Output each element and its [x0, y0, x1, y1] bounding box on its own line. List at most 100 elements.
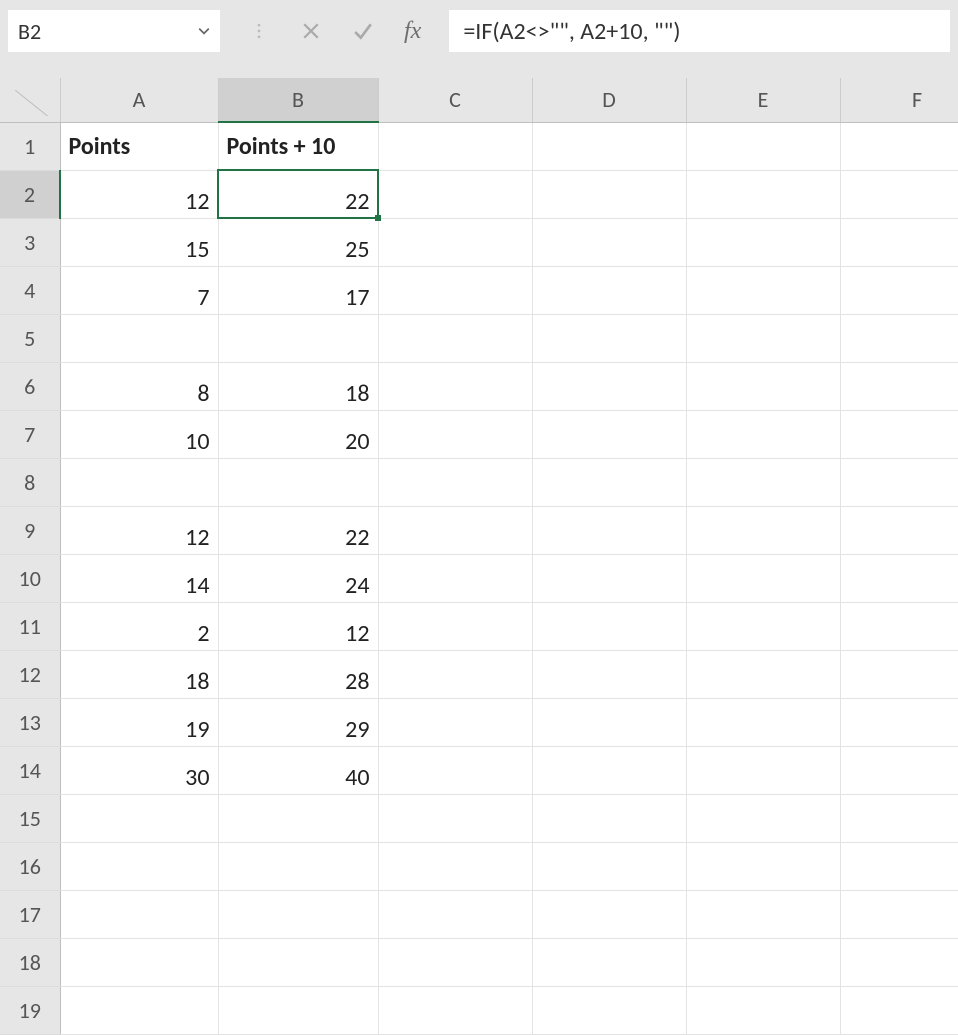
cell-E2[interactable]: [686, 170, 840, 218]
cell-F14[interactable]: [840, 746, 958, 794]
row-header[interactable]: 2: [0, 170, 60, 218]
cell-D7[interactable]: [532, 410, 686, 458]
cell-E7[interactable]: [686, 410, 840, 458]
cell-D13[interactable]: [532, 698, 686, 746]
cell-B13[interactable]: 29: [218, 698, 378, 746]
cell-F16[interactable]: [840, 842, 958, 890]
cell-D6[interactable]: [532, 362, 686, 410]
cell-C3[interactable]: [378, 218, 532, 266]
cell-D3[interactable]: [532, 218, 686, 266]
cell-A16[interactable]: [60, 842, 218, 890]
cell-B6[interactable]: 18: [218, 362, 378, 410]
cell-C17[interactable]: [378, 890, 532, 938]
cell-E15[interactable]: [686, 794, 840, 842]
cell-C16[interactable]: [378, 842, 532, 890]
cell-A14[interactable]: 30: [60, 746, 218, 794]
cell-C13[interactable]: [378, 698, 532, 746]
cell-A9[interactable]: 12: [60, 506, 218, 554]
cell-E8[interactable]: [686, 458, 840, 506]
cell-B4[interactable]: 17: [218, 266, 378, 314]
fx-icon[interactable]: fx: [404, 18, 421, 45]
cell-C8[interactable]: [378, 458, 532, 506]
cell-C9[interactable]: [378, 506, 532, 554]
cell-E9[interactable]: [686, 506, 840, 554]
row-header[interactable]: 8: [0, 458, 60, 506]
cell-C4[interactable]: [378, 266, 532, 314]
cell-D19[interactable]: [532, 986, 686, 1034]
row-header[interactable]: 3: [0, 218, 60, 266]
column-header-D[interactable]: D: [532, 78, 686, 122]
cell-D16[interactable]: [532, 842, 686, 890]
cell-A12[interactable]: 18: [60, 650, 218, 698]
cell-F12[interactable]: [840, 650, 958, 698]
column-header-A[interactable]: A: [60, 78, 218, 122]
cell-D1[interactable]: [532, 122, 686, 170]
cell-F10[interactable]: [840, 554, 958, 602]
cell-A1[interactable]: Points: [60, 122, 218, 170]
cell-F8[interactable]: [840, 458, 958, 506]
cell-F15[interactable]: [840, 794, 958, 842]
row-header[interactable]: 5: [0, 314, 60, 362]
cell-E14[interactable]: [686, 746, 840, 794]
row-header[interactable]: 17: [0, 890, 60, 938]
row-header[interactable]: 16: [0, 842, 60, 890]
cell-D8[interactable]: [532, 458, 686, 506]
cell-E12[interactable]: [686, 650, 840, 698]
cancel-icon[interactable]: [300, 20, 322, 42]
cell-B19[interactable]: [218, 986, 378, 1034]
cell-A10[interactable]: 14: [60, 554, 218, 602]
cell-A4[interactable]: 7: [60, 266, 218, 314]
cell-E17[interactable]: [686, 890, 840, 938]
row-header[interactable]: 11: [0, 602, 60, 650]
cell-F6[interactable]: [840, 362, 958, 410]
cell-E11[interactable]: [686, 602, 840, 650]
cell-F2[interactable]: [840, 170, 958, 218]
cell-B11[interactable]: 12: [218, 602, 378, 650]
column-header-C[interactable]: C: [378, 78, 532, 122]
cell-E13[interactable]: [686, 698, 840, 746]
cell-D17[interactable]: [532, 890, 686, 938]
cell-D5[interactable]: [532, 314, 686, 362]
cell-E10[interactable]: [686, 554, 840, 602]
column-header-F[interactable]: F: [840, 78, 958, 122]
cell-B14[interactable]: 40: [218, 746, 378, 794]
cell-B8[interactable]: [218, 458, 378, 506]
column-header-B[interactable]: B: [218, 78, 378, 122]
cell-A17[interactable]: [60, 890, 218, 938]
cell-D11[interactable]: [532, 602, 686, 650]
row-header[interactable]: 12: [0, 650, 60, 698]
cell-C10[interactable]: [378, 554, 532, 602]
cell-A11[interactable]: 2: [60, 602, 218, 650]
cell-B9[interactable]: 22: [218, 506, 378, 554]
cell-B18[interactable]: [218, 938, 378, 986]
row-header[interactable]: 6: [0, 362, 60, 410]
cell-E6[interactable]: [686, 362, 840, 410]
cell-E19[interactable]: [686, 986, 840, 1034]
cell-C6[interactable]: [378, 362, 532, 410]
cell-B1[interactable]: Points + 10: [218, 122, 378, 170]
cell-C7[interactable]: [378, 410, 532, 458]
cell-B5[interactable]: [218, 314, 378, 362]
cell-B10[interactable]: 24: [218, 554, 378, 602]
cell-F11[interactable]: [840, 602, 958, 650]
cell-F7[interactable]: [840, 410, 958, 458]
cell-A7[interactable]: 10: [60, 410, 218, 458]
cell-F9[interactable]: [840, 506, 958, 554]
cell-D12[interactable]: [532, 650, 686, 698]
cell-A15[interactable]: [60, 794, 218, 842]
cell-B7[interactable]: 20: [218, 410, 378, 458]
row-header[interactable]: 18: [0, 938, 60, 986]
row-header[interactable]: 14: [0, 746, 60, 794]
cell-E4[interactable]: [686, 266, 840, 314]
cell-C18[interactable]: [378, 938, 532, 986]
row-header[interactable]: 9: [0, 506, 60, 554]
cell-A6[interactable]: 8: [60, 362, 218, 410]
cell-C5[interactable]: [378, 314, 532, 362]
cell-A2[interactable]: 12: [60, 170, 218, 218]
row-header[interactable]: 1: [0, 122, 60, 170]
cell-E3[interactable]: [686, 218, 840, 266]
row-header[interactable]: 19: [0, 986, 60, 1034]
cell-D10[interactable]: [532, 554, 686, 602]
cell-B16[interactable]: [218, 842, 378, 890]
chevron-down-icon[interactable]: [198, 25, 210, 37]
